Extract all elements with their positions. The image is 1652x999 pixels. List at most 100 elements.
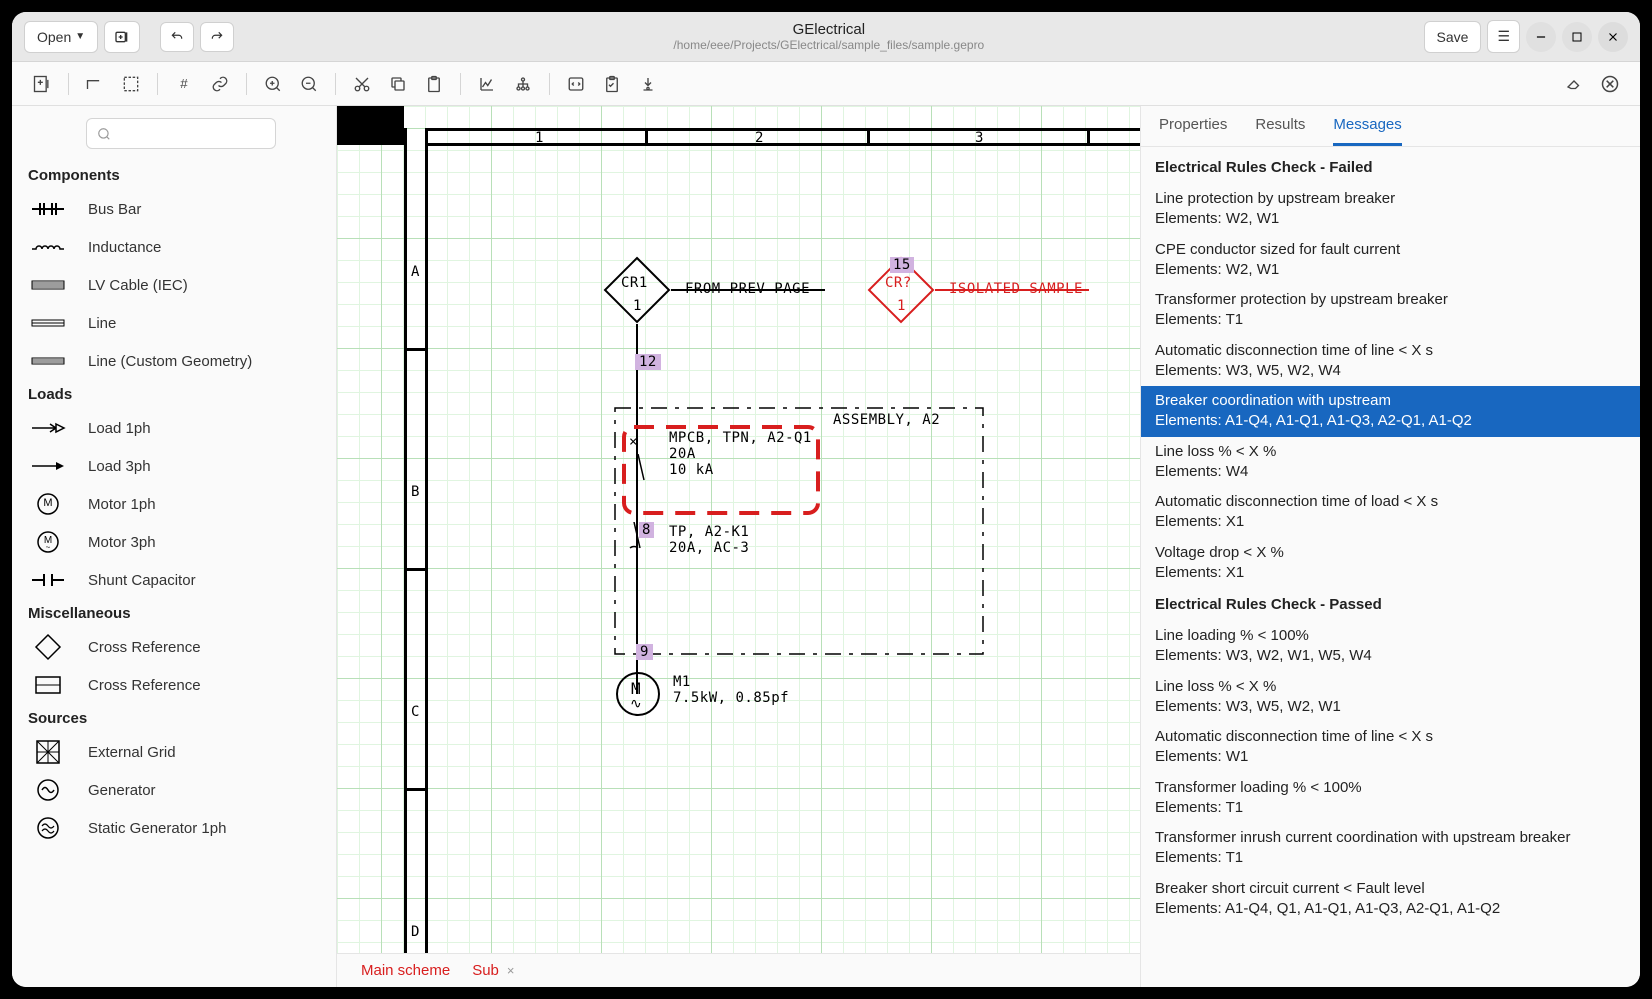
load3-icon [28,454,68,478]
tab-results[interactable]: Results [1255,116,1305,146]
component-item[interactable]: Line (Custom Geometry) [12,342,336,380]
message-item[interactable]: Transformer protection by upstream break… [1141,285,1640,336]
component-label: Load 3ph [88,458,151,475]
component-item[interactable]: Inductance [12,228,336,266]
component-item[interactable]: Line [12,304,336,342]
message-item[interactable]: Line loading % < 100%Elements: W3, W2, W… [1141,621,1640,672]
motor1-icon: M [28,492,68,516]
tab-sub[interactable]: Sub× [472,962,514,979]
tab-properties[interactable]: Properties [1159,116,1227,146]
component-label: Shunt Capacitor [88,572,196,589]
component-label: Line [88,315,116,332]
checklist-icon[interactable] [596,68,628,100]
ruler-row-c: C [411,704,420,720]
link-icon[interactable] [204,68,236,100]
component-label: LV Cable (IEC) [88,277,188,294]
file-path: /home/eee/Projects/GElectrical/sample_fi… [234,38,1423,52]
ruler-row-a: A [411,264,420,280]
component-label: Inductance [88,239,161,256]
redo-button[interactable] [200,22,234,52]
component-label: Cross Reference [88,677,201,694]
cut-icon[interactable] [346,68,378,100]
new-tab-button[interactable] [104,21,140,53]
component-item[interactable]: Shunt Capacitor [12,561,336,599]
component-item[interactable]: Cross Reference [12,666,336,704]
component-item[interactable]: Static Generator 1ph [12,809,336,847]
delete-icon[interactable] [1594,68,1626,100]
message-item[interactable]: Breaker short circuit current < Fault le… [1141,874,1640,925]
undo-button[interactable] [160,22,194,52]
tab-close-icon[interactable]: × [507,963,515,978]
component-label: Line (Custom Geometry) [88,353,252,370]
shunt-icon [28,568,68,592]
erase-icon[interactable] [1558,68,1590,100]
component-item[interactable]: M Motor 1ph [12,485,336,523]
component-item[interactable]: Generator [12,771,336,809]
category-header: Components [12,161,336,190]
message-item[interactable]: Voltage drop < X %Elements: X1 [1141,538,1640,589]
component-item[interactable]: Bus Bar [12,190,336,228]
component-label: Static Generator 1ph [88,820,226,837]
message-item[interactable]: Automatic disconnection time of line < X… [1141,722,1640,773]
toolbar: # [12,62,1640,106]
message-item[interactable]: Transformer loading % < 100%Elements: T1 [1141,773,1640,824]
code-icon[interactable] [560,68,592,100]
svg-text:~: ~ [46,543,51,552]
component-label: Motor 1ph [88,496,156,513]
component-item[interactable]: Cross Reference [12,628,336,666]
component-item[interactable]: Load 3ph [12,447,336,485]
add-sheet-icon[interactable] [26,68,58,100]
component-label: Cross Reference [88,639,201,656]
svg-text:M: M [43,497,52,509]
component-item[interactable]: LV Cable (IEC) [12,266,336,304]
maximize-button[interactable] [1562,22,1592,52]
network-icon[interactable] [507,68,539,100]
message-item[interactable]: Automatic disconnection time of line < X… [1141,336,1640,387]
component-item[interactable]: External Grid [12,733,336,771]
linecg-icon [28,349,68,373]
message-item[interactable]: Line protection by upstream breakerEleme… [1141,184,1640,235]
ruler-col-1: 1 [535,130,544,146]
component-item[interactable]: Load 1ph [12,409,336,447]
canvas[interactable]: 1 2 3 A B C D CR1 1 FROM PREV PAGE CR? 1… [337,106,1140,953]
download-icon[interactable] [632,68,664,100]
component-item[interactable]: M~Motor 3ph [12,523,336,561]
message-item[interactable]: Automatic disconnection time of load < X… [1141,487,1640,538]
messages-heading: Electrical Rules Check - Passed [1141,588,1640,621]
component-sidebar: ComponentsBus Bar Inductance LV Cable (IEC… [12,106,337,987]
ruler-col-3: 3 [975,130,984,146]
sheet-tabs: Main scheme Sub× [337,953,1140,987]
extgrid-icon [28,740,68,764]
cref2-icon [28,673,68,697]
save-button[interactable]: Save [1424,21,1482,53]
message-item[interactable]: Line loss % < X %Elements: W3, W5, W2, W… [1141,672,1640,723]
busbar-icon [28,197,68,221]
tab-messages[interactable]: Messages [1333,116,1401,146]
component-label: External Grid [88,744,176,761]
category-header: Loads [12,380,336,409]
message-item[interactable]: Transformer inrush current coordination … [1141,823,1640,874]
minimize-button[interactable] [1526,22,1556,52]
load1-icon [28,416,68,440]
plot-icon[interactable] [471,68,503,100]
message-item[interactable]: Breaker coordination with upstreamElemen… [1141,386,1640,437]
wire-icon[interactable] [79,68,111,100]
message-item[interactable]: Line loss % < X %Elements: W4 [1141,437,1640,488]
hash-icon[interactable]: # [168,68,200,100]
paste-icon[interactable] [418,68,450,100]
zoom-in-icon[interactable] [257,68,289,100]
message-item[interactable]: CPE conductor sized for fault currentEle… [1141,235,1640,286]
motor3-icon: M~ [28,530,68,554]
zoom-out-icon[interactable] [293,68,325,100]
line-icon [28,311,68,335]
tab-main-scheme[interactable]: Main scheme [361,962,450,979]
select-icon[interactable] [115,68,147,100]
search-input[interactable] [86,118,276,149]
menu-button[interactable]: ☰ [1487,20,1520,53]
ruler-row-d: D [411,924,420,940]
copy-icon[interactable] [382,68,414,100]
ruler-row-b: B [411,484,420,500]
open-button[interactable]: Open ▼ [24,21,98,53]
titlebar: Open ▼ GElectrical /home/eee/Projects/GE… [12,12,1640,62]
close-button[interactable] [1598,22,1628,52]
